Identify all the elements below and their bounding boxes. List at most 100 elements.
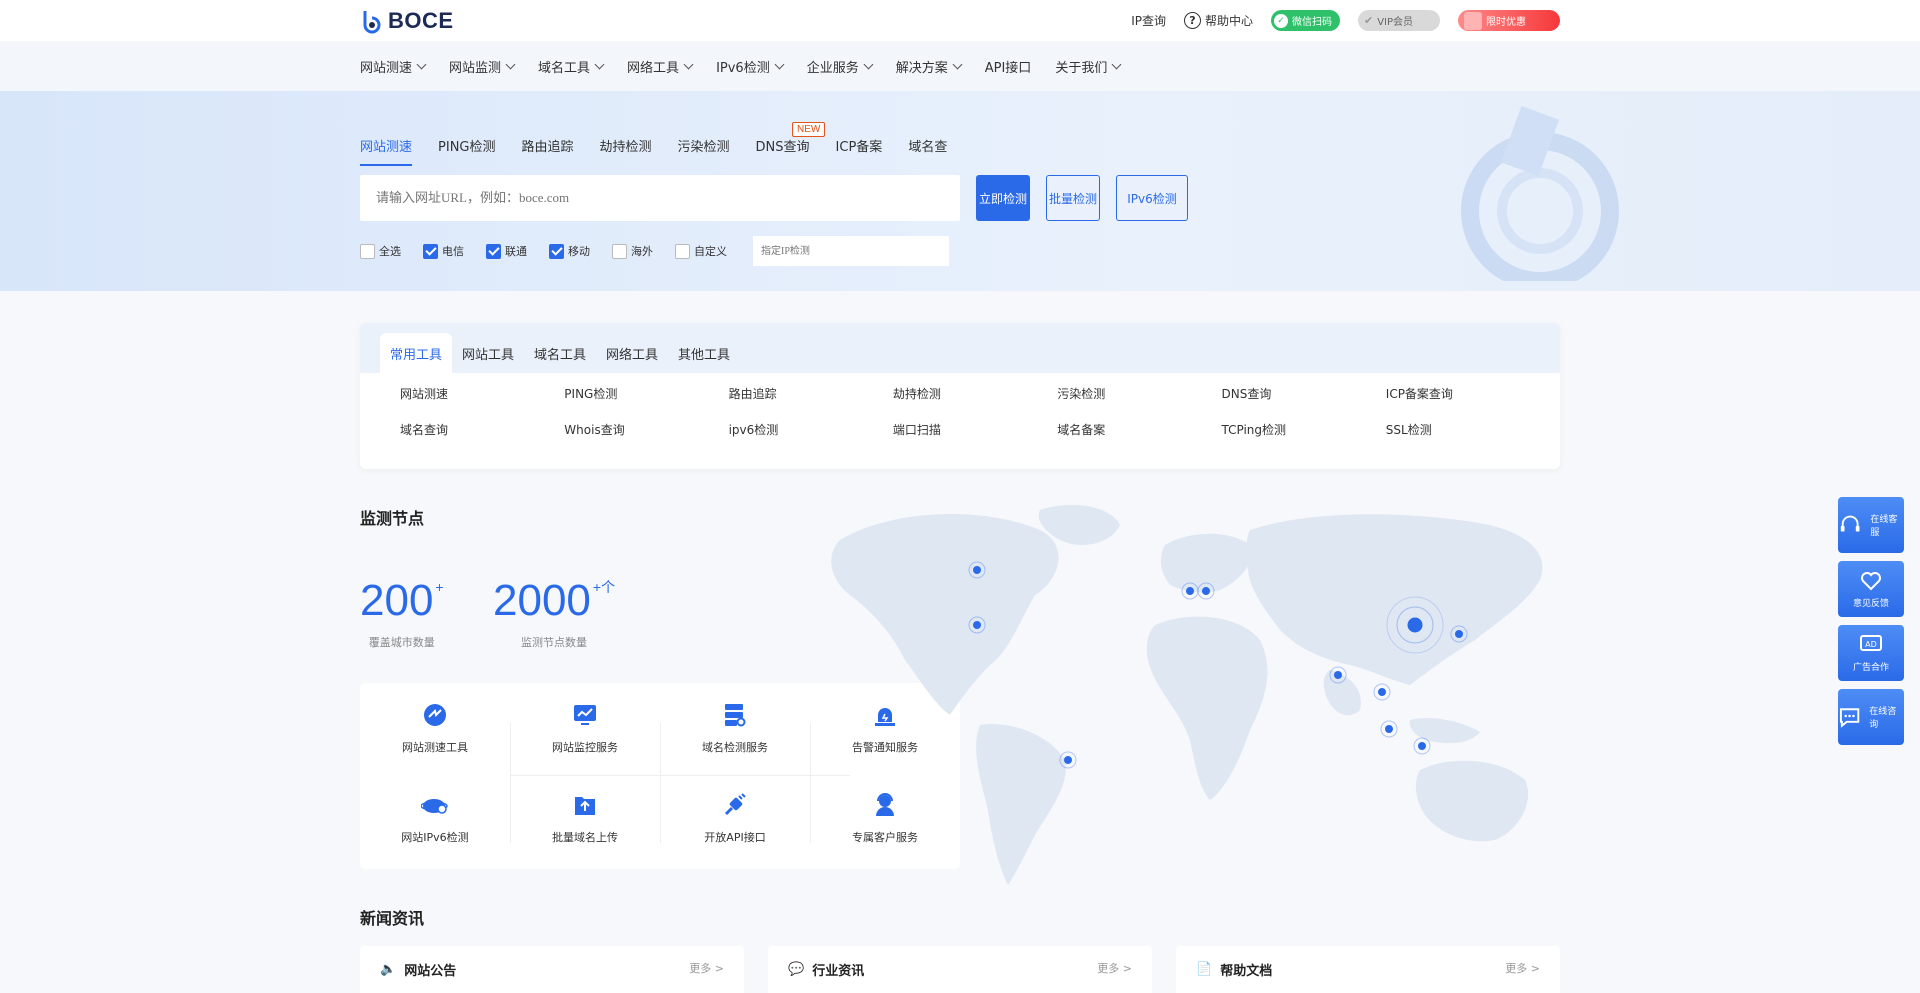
nav-item-1[interactable]: 网站监测: [449, 57, 516, 76]
nav-item-2[interactable]: 域名工具: [538, 57, 605, 76]
logo[interactable]: BOCE: [360, 8, 454, 34]
feature-label: 批量域名上传: [552, 831, 618, 844]
heart-hand-icon: [1861, 571, 1881, 590]
side-ad-cooperation[interactable]: AD 广告合作: [1838, 625, 1904, 681]
gift-icon: [1464, 11, 1482, 30]
more-link[interactable]: 更多 >: [1097, 960, 1132, 976]
tool-link[interactable]: 端口扫描: [893, 419, 1057, 439]
server-search-icon: [721, 701, 749, 729]
check-label: 海外: [631, 245, 653, 258]
headset-icon: [1840, 515, 1860, 532]
tab-common-tools[interactable]: 常用工具: [380, 333, 452, 373]
side-label: 意见反馈: [1852, 598, 1889, 609]
feature-domain-check[interactable]: 域名检测服务: [660, 683, 810, 773]
tab-domain[interactable]: 域名查: [908, 136, 947, 166]
tool-link[interactable]: 劫持检测: [893, 383, 1057, 403]
side-customer-service[interactable]: 在线客服: [1838, 497, 1904, 553]
ipv6-cloud-icon: [421, 791, 449, 819]
stat-label: 覆盖城市数量: [368, 636, 435, 649]
tool-category-tabs: 常用工具 网站工具 域名工具 网络工具 其他工具: [360, 323, 1560, 373]
nav-item-8[interactable]: 关于我们: [1055, 57, 1122, 76]
check-overseas[interactable]: 海外: [612, 243, 653, 259]
side-feedback[interactable]: 意见反馈: [1838, 561, 1904, 617]
tool-link[interactable]: PING检测: [564, 383, 728, 403]
feature-monitor[interactable]: 网站监控服务: [510, 683, 660, 773]
tool-link[interactable]: 网站测速: [400, 383, 564, 403]
tool-link[interactable]: Whois查询: [564, 419, 728, 439]
tab-site-tools[interactable]: 网站工具: [452, 333, 524, 373]
tab-icp[interactable]: ICP备案: [836, 136, 883, 166]
more-link[interactable]: 更多 >: [689, 960, 724, 976]
tool-link[interactable]: SSL检测: [1386, 419, 1550, 439]
side-label: 在线客服: [1870, 515, 1898, 538]
divider: [510, 775, 850, 776]
feature-api[interactable]: 开放API接口: [660, 773, 810, 863]
nav-item-api[interactable]: API接口: [985, 57, 1032, 76]
start-check-button[interactable]: 立即检测: [976, 175, 1030, 221]
chevron-down-icon: [416, 59, 427, 69]
feature-batch-upload[interactable]: 批量域名上传: [510, 773, 660, 863]
nav-label: IPv6检测: [716, 60, 770, 76]
tab-site-speed[interactable]: 网站测速: [360, 136, 413, 166]
tab-other-tools[interactable]: 其他工具: [668, 333, 740, 373]
tool-link[interactable]: TCPing检测: [1221, 419, 1385, 439]
batch-check-button[interactable]: 批量检测: [1046, 175, 1100, 221]
tab-hijack[interactable]: 劫持检测: [600, 136, 652, 166]
check-label: 全选: [379, 245, 401, 258]
wechat-pill[interactable]: ✓ 微信扫码: [1271, 10, 1340, 31]
side-online-consult[interactable]: 在线咨询: [1838, 689, 1904, 745]
tool-link[interactable]: 域名备案: [1057, 419, 1221, 439]
url-search-input[interactable]: [360, 175, 960, 221]
vip-pill[interactable]: ✔ VIP会员: [1358, 10, 1440, 31]
check-all[interactable]: 全选: [360, 243, 401, 259]
divider: [660, 723, 661, 843]
tab-network-tools[interactable]: 网络工具: [596, 333, 668, 373]
tool-link[interactable]: ICP备案查询: [1386, 383, 1550, 403]
promo-pill[interactable]: 限时优惠: [1458, 10, 1560, 31]
tool-link[interactable]: 污染检测: [1057, 383, 1221, 403]
ip-query-link[interactable]: IP查询: [1131, 12, 1166, 29]
check-unicom[interactable]: 联通: [486, 243, 527, 259]
nav-item-4[interactable]: IPv6检测: [716, 57, 785, 76]
checkbox[interactable]: [360, 243, 375, 259]
side-label: 广告合作: [1852, 662, 1889, 673]
checkbox[interactable]: [423, 243, 438, 259]
tool-link[interactable]: 路由追踪: [729, 383, 893, 403]
feature-speed[interactable]: 网站测速工具: [360, 683, 510, 773]
tool-link[interactable]: DNS查询: [1221, 383, 1385, 403]
tab-pollution[interactable]: 污染检测: [678, 136, 730, 166]
nav-item-3[interactable]: 网络工具: [627, 57, 694, 76]
check-label: 联通: [505, 245, 527, 258]
nav-item-5[interactable]: 企业服务: [807, 57, 874, 76]
chevron-down-icon: [683, 59, 694, 69]
wechat-icon: ✓: [1274, 13, 1288, 28]
tab-dns[interactable]: DNS查询: [756, 136, 810, 166]
tab-traceroute[interactable]: 路由追踪: [522, 136, 574, 166]
megaphone-icon: 🔈: [380, 962, 397, 977]
vip-pill-label: VIP会员: [1377, 17, 1414, 28]
checkbox[interactable]: [486, 243, 501, 259]
side-label: 在线咨询: [1869, 707, 1897, 730]
checkbox[interactable]: [549, 243, 564, 259]
svg-text:AD: AD: [1865, 640, 1877, 649]
help-center-link[interactable]: ? 帮助中心: [1183, 12, 1253, 29]
tool-link[interactable]: 域名查询: [400, 419, 564, 439]
nav-item-6[interactable]: 解决方案: [896, 57, 963, 76]
check-custom[interactable]: 自定义: [675, 243, 727, 259]
top-bar: BOCE IP查询 ? 帮助中心 ✓ 微信扫码 ✔ VIP会员 限时优惠: [0, 0, 1920, 41]
tab-domain-tools[interactable]: 域名工具: [524, 333, 596, 373]
chevron-down-icon: [594, 59, 605, 69]
feature-ipv6[interactable]: 网站IPv6检测: [360, 773, 510, 863]
specified-ip-input[interactable]: [753, 236, 949, 266]
tab-ping[interactable]: PING检测: [438, 136, 495, 166]
checkbox[interactable]: [612, 243, 627, 259]
document-icon: 📄: [1196, 962, 1213, 977]
checkbox[interactable]: [675, 243, 690, 259]
check-telecom[interactable]: 电信: [423, 243, 464, 259]
nav-item-0[interactable]: 网站测速: [360, 57, 427, 76]
tool-link[interactable]: ipv6检测: [729, 419, 893, 439]
section-title-news: 新闻资讯: [360, 909, 425, 928]
ipv6-check-button[interactable]: IPv6检测: [1116, 175, 1188, 221]
check-mobile[interactable]: 移动: [549, 243, 590, 259]
more-link[interactable]: 更多 >: [1505, 960, 1540, 976]
